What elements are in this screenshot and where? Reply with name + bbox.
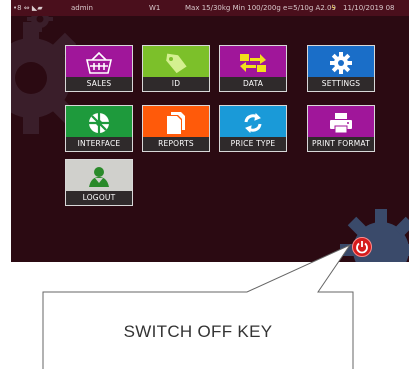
reports-label: REPORTS xyxy=(143,137,209,151)
interface-label: INTERFACE xyxy=(66,137,132,151)
documents-icon xyxy=(143,106,209,139)
user-icon xyxy=(66,160,132,193)
gear-icon xyxy=(308,46,374,79)
logout-button[interactable]: LOGOUT xyxy=(65,159,133,206)
status-indicators: •8 ⇔ ◣▰ xyxy=(13,4,43,12)
id-button[interactable]: ID xyxy=(142,45,210,92)
callout-label: SWITCH OFF KEY xyxy=(123,322,273,341)
logout-label: LOGOUT xyxy=(66,191,132,205)
transfer-arrows-icon xyxy=(220,46,286,79)
status-scale: W1 xyxy=(149,4,161,12)
network-icon xyxy=(66,106,132,139)
scale-screen: •8 ⇔ ◣▰ admin W1 Max 15/30kg Min 100/200… xyxy=(11,0,409,262)
settings-button[interactable]: SETTINGS xyxy=(307,45,375,92)
status-bar: •8 ⇔ ◣▰ admin W1 Max 15/30kg Min 100/200… xyxy=(11,0,409,16)
print-format-label: PRINT FORMAT xyxy=(308,137,374,151)
price-type-button[interactable]: PRICE TYPE xyxy=(219,105,287,152)
id-label: ID xyxy=(143,77,209,91)
status-range: Max 15/30kg Min 100/200g e=5/10g A2.09 xyxy=(185,4,336,12)
refresh-icon xyxy=(220,106,286,139)
price-type-label: PRICE TYPE xyxy=(220,137,286,151)
status-user: admin xyxy=(71,4,93,12)
sales-button[interactable]: SALES xyxy=(65,45,133,92)
settings-label: SETTINGS xyxy=(308,77,374,91)
printer-icon xyxy=(308,106,374,139)
print-format-button[interactable]: PRINT FORMAT xyxy=(307,105,375,152)
data-label: DATA xyxy=(220,77,286,91)
sales-label: SALES xyxy=(66,77,132,91)
status-battery-icon: ϟ xyxy=(331,4,336,12)
data-button[interactable]: DATA xyxy=(219,45,287,92)
basket-icon xyxy=(66,46,132,79)
callout-box xyxy=(42,243,354,369)
interface-button[interactable]: INTERFACE xyxy=(65,105,133,152)
tag-icon xyxy=(143,46,209,79)
reports-button[interactable]: REPORTS xyxy=(142,105,210,152)
status-datetime: 11/10/2019 08 xyxy=(343,4,395,12)
